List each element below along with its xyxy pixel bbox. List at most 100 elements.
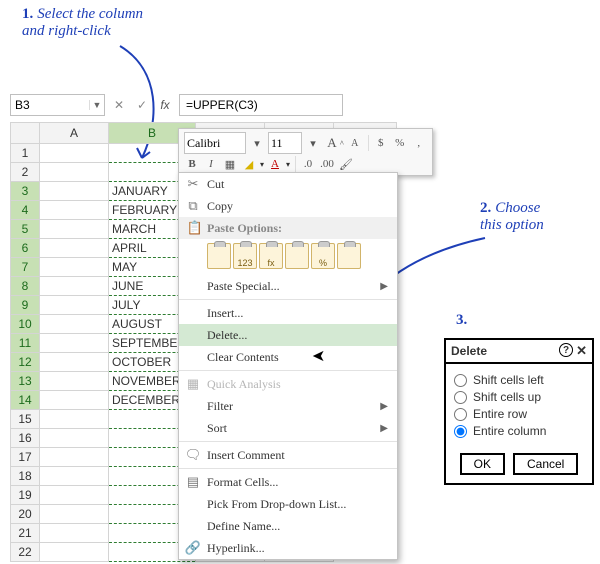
opt-shift-up[interactable]: Shift cells up <box>454 390 584 404</box>
name-box[interactable]: ▼ <box>10 94 105 116</box>
cell[interactable] <box>40 467 109 486</box>
annotation-step1: 1.Select the column and right-click <box>22 6 143 41</box>
cancel-icon[interactable]: ✕ <box>110 98 128 112</box>
row-header[interactable]: 10 <box>11 315 40 334</box>
percent-icon[interactable]: % <box>392 135 408 151</box>
currency-icon[interactable]: $ <box>368 135 389 151</box>
ctx-paste-special[interactable]: Paste Special...▶ <box>179 275 397 297</box>
ctx-copy[interactable]: ⧉Copy <box>179 195 397 217</box>
decrease-decimal-icon[interactable]: .0 <box>295 156 316 172</box>
row-header[interactable]: 14 <box>11 391 40 410</box>
row-header[interactable]: 12 <box>11 353 40 372</box>
row-header[interactable]: 17 <box>11 448 40 467</box>
formula-bar[interactable] <box>179 94 343 116</box>
row-header[interactable]: 16 <box>11 429 40 448</box>
close-icon[interactable]: ✕ <box>576 343 587 359</box>
border-icon[interactable]: ▦ <box>222 156 238 172</box>
font-size-dropdown-icon[interactable]: ▾ <box>305 135 321 151</box>
enter-icon[interactable]: ✓ <box>133 98 151 112</box>
ctx-cut[interactable]: ✂Cut <box>179 173 397 195</box>
cell[interactable] <box>40 220 109 239</box>
cell[interactable] <box>40 315 109 334</box>
paste-formulas-icon[interactable]: fx <box>259 243 283 269</box>
row-header[interactable]: 2 <box>11 163 40 182</box>
paste-transpose-icon[interactable] <box>285 243 309 269</box>
select-all-corner[interactable] <box>11 123 40 144</box>
row-header[interactable]: 3 <box>11 182 40 201</box>
help-icon[interactable]: ? <box>559 343 573 357</box>
font-family-dropdown-icon[interactable]: ▾ <box>249 135 265 151</box>
cell[interactable] <box>40 429 109 448</box>
row-header[interactable]: 15 <box>11 410 40 429</box>
opt-entire-row[interactable]: Entire row <box>454 407 584 421</box>
format-painter-icon[interactable]: 🖌 <box>338 156 354 172</box>
cell[interactable] <box>40 391 109 410</box>
row-header[interactable]: 21 <box>11 524 40 543</box>
cell[interactable] <box>40 201 109 220</box>
cell[interactable] <box>40 372 109 391</box>
cell[interactable] <box>40 410 109 429</box>
fill-color-icon[interactable]: ◢ <box>241 156 257 172</box>
row-header[interactable]: 11 <box>11 334 40 353</box>
paste-formatting-icon[interactable]: % <box>311 243 335 269</box>
cell[interactable] <box>40 543 109 562</box>
row-header[interactable]: 13 <box>11 372 40 391</box>
cell[interactable] <box>40 505 109 524</box>
ctx-define-name[interactable]: Define Name... <box>179 515 397 537</box>
fx-icon[interactable]: fx <box>156 98 174 112</box>
cell[interactable] <box>40 277 109 296</box>
ctx-pick-dropdown[interactable]: Pick From Drop-down List... <box>179 493 397 515</box>
row-header[interactable]: 18 <box>11 467 40 486</box>
ok-button[interactable]: OK <box>460 453 505 475</box>
cell[interactable] <box>40 296 109 315</box>
ctx-insert-comment[interactable]: 🗨Insert Comment <box>179 444 397 466</box>
font-color-icon[interactable]: A <box>267 156 283 172</box>
row-header[interactable]: 4 <box>11 201 40 220</box>
bold-button[interactable]: B <box>184 156 200 172</box>
ctx-clear-contents[interactable]: Clear Contents <box>179 346 397 368</box>
row-header[interactable]: 20 <box>11 505 40 524</box>
paste-link-icon[interactable] <box>337 243 361 269</box>
row-header[interactable]: 8 <box>11 277 40 296</box>
shrink-font-icon[interactable]: A <box>347 135 363 151</box>
cell[interactable] <box>40 258 109 277</box>
cell[interactable] <box>40 448 109 467</box>
cell[interactable] <box>40 182 109 201</box>
font-size-select[interactable] <box>268 132 302 154</box>
font-family-select[interactable] <box>184 132 246 154</box>
ctx-sort[interactable]: Sort▶ <box>179 417 397 439</box>
cell[interactable] <box>40 334 109 353</box>
ctx-filter[interactable]: Filter▶ <box>179 395 397 417</box>
grow-font-icon[interactable]: A <box>324 135 340 151</box>
cell[interactable] <box>40 486 109 505</box>
row-header[interactable]: 19 <box>11 486 40 505</box>
cell[interactable] <box>40 239 109 258</box>
cell[interactable] <box>40 163 109 182</box>
col-header-a[interactable]: A <box>40 123 109 144</box>
increase-decimal-icon[interactable]: .00 <box>319 156 335 172</box>
row-header[interactable]: 22 <box>11 543 40 562</box>
comma-icon[interactable]: , <box>411 135 427 151</box>
formula-input[interactable] <box>180 98 342 112</box>
context-menu: ✂Cut ⧉Copy 📋Paste Options: 123 fx % Past… <box>178 172 398 560</box>
cell[interactable] <box>40 524 109 543</box>
ctx-format-cells[interactable]: ▤Format Cells... <box>179 471 397 493</box>
ctx-insert[interactable]: Insert... <box>179 302 397 324</box>
name-box-dropdown-icon[interactable]: ▼ <box>89 100 104 110</box>
italic-button[interactable]: I <box>203 156 219 172</box>
opt-shift-left[interactable]: Shift cells left <box>454 373 584 387</box>
row-header[interactable]: 9 <box>11 296 40 315</box>
row-header[interactable]: 6 <box>11 239 40 258</box>
paste-values-icon[interactable]: 123 <box>233 243 257 269</box>
ctx-hyperlink[interactable]: 🔗Hyperlink... <box>179 537 397 559</box>
row-header[interactable]: 7 <box>11 258 40 277</box>
opt-entire-column[interactable]: Entire column <box>454 424 584 438</box>
row-header[interactable]: 1 <box>11 144 40 163</box>
cancel-button[interactable]: Cancel <box>513 453 578 475</box>
cell[interactable] <box>40 144 109 163</box>
row-header[interactable]: 5 <box>11 220 40 239</box>
cell[interactable] <box>40 353 109 372</box>
ctx-delete[interactable]: Delete... <box>179 324 397 346</box>
paste-all-icon[interactable] <box>207 243 231 269</box>
name-box-input[interactable] <box>11 98 89 112</box>
